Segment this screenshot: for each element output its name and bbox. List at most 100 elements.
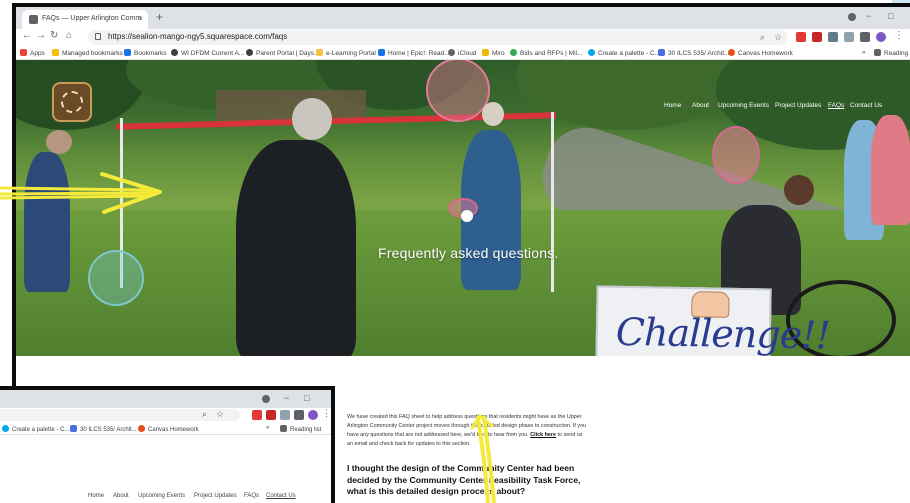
- avatar[interactable]: [876, 32, 886, 42]
- wooden-fence: [216, 90, 366, 120]
- ilga-icon: [658, 49, 665, 56]
- new-tab-button[interactable]: +: [156, 10, 163, 24]
- puzzle-icon[interactable]: [294, 410, 304, 420]
- bookmark-item[interactable]: Home | Epic!: Read...: [378, 49, 450, 57]
- player-wheelchair-head: [784, 175, 814, 205]
- bookmark-item[interactable]: Parent Portal | Days...: [246, 49, 319, 57]
- reload-icon[interactable]: ↻: [50, 30, 58, 41]
- pdf-extension-icon[interactable]: [796, 32, 806, 42]
- extension-grid-icon[interactable]: [280, 410, 290, 420]
- bookmark-item[interactable]: Canvas Homework: [138, 425, 199, 433]
- sign-text: Challenge!!: [615, 309, 831, 356]
- bookmark-item[interactable]: Apps: [20, 49, 45, 57]
- spectator: [871, 115, 910, 225]
- folder-icon: [52, 49, 59, 56]
- extension-icon[interactable]: [828, 32, 838, 42]
- pdf-extension-icon[interactable]: [252, 410, 262, 420]
- nav-faqs[interactable]: FAQs: [828, 102, 844, 109]
- extension-badge-icon[interactable]: [266, 410, 276, 420]
- bookmark-item[interactable]: e-Learning Portal: [316, 49, 376, 57]
- elearning-icon: [316, 49, 323, 56]
- puzzle-icon[interactable]: [860, 32, 870, 42]
- yellow-arrow-annotation: [0, 172, 162, 214]
- bookmark-star-icon[interactable]: ☆: [216, 409, 224, 420]
- bookmark-item[interactable]: 30 ILCS 535/ Archit...: [658, 49, 729, 57]
- globe-icon: [171, 49, 178, 56]
- email-link[interactable]: Click here: [530, 432, 556, 438]
- badminton-racket: [88, 250, 144, 306]
- site-logo[interactable]: [52, 82, 92, 122]
- nav-about[interactable]: About: [692, 102, 709, 109]
- bookmark-item[interactable]: Bids and RFPs | Mil...: [510, 49, 582, 57]
- nav-upcoming-events[interactable]: Upcoming Events: [718, 102, 769, 109]
- browser-toolbar: ⌕ ☆ ⋮: [0, 408, 331, 422]
- tab-title: FAQs — Upper Arlington Comm: [42, 15, 142, 22]
- hero-title: Frequently asked questions.: [378, 245, 559, 261]
- zoom-icon[interactable]: ⌕: [760, 32, 765, 43]
- minimize-button[interactable]: −: [284, 393, 289, 403]
- shuttlecock: [461, 210, 473, 222]
- reading-list-button[interactable]: Reading list: [280, 425, 321, 433]
- faq-intro-paragraph: We have created this FAQ sheet to help a…: [347, 413, 587, 449]
- close-tab-icon[interactable]: ×: [138, 14, 143, 23]
- player-back-head: [482, 102, 504, 126]
- address-bar[interactable]: ⌕ ☆: [0, 409, 240, 421]
- miro-icon: [482, 49, 489, 56]
- menu-kebab-icon[interactable]: ⋮: [322, 408, 331, 419]
- nav-project-updates[interactable]: Project Updates: [194, 493, 237, 499]
- badminton-racket: [426, 60, 490, 122]
- browser-toolbar: ← → ↻ ⌂ https://sealion-mango-ngy5.squar…: [16, 29, 910, 46]
- bookmark-item[interactable]: iCloud: [448, 49, 476, 57]
- maximize-button[interactable]: □: [304, 393, 309, 403]
- home-icon[interactable]: ⌂: [66, 30, 72, 41]
- lock-icon: [95, 33, 101, 40]
- nav-faqs[interactable]: FAQs: [244, 493, 259, 499]
- profile-icon[interactable]: [262, 395, 270, 403]
- bookmarks-bar: Apps Managed bookmarks Bookmarks WI DFDM…: [16, 46, 910, 60]
- bookmark-item[interactable]: Bookmarks: [124, 49, 167, 57]
- apple-icon: [448, 49, 455, 56]
- canvas-icon: [728, 49, 735, 56]
- bookmark-item[interactable]: Miro: [482, 49, 505, 57]
- nav-home[interactable]: Home: [664, 102, 681, 109]
- extension-badge-icon[interactable]: [812, 32, 822, 42]
- more-bookmarks-button[interactable]: »: [862, 49, 866, 56]
- bookmark-item[interactable]: 30 ILCS 535/ Archit...: [70, 425, 137, 433]
- minimize-button[interactable]: −: [866, 11, 871, 21]
- star-icon: [124, 49, 131, 56]
- nav-contact-us[interactable]: Contact Us: [850, 102, 882, 109]
- more-bookmarks-button[interactable]: »: [266, 425, 269, 431]
- bookmark-item[interactable]: Create a palette - C...: [2, 425, 69, 433]
- nav-about[interactable]: About: [113, 493, 129, 499]
- bookmark-star-icon[interactable]: ☆: [774, 32, 782, 43]
- nav-upcoming-events[interactable]: Upcoming Events: [138, 493, 185, 499]
- nav-project-updates[interactable]: Project Updates: [775, 102, 821, 109]
- menu-kebab-icon[interactable]: ⋮: [894, 30, 904, 41]
- globe-icon: [246, 49, 253, 56]
- bookmark-item[interactable]: Create a palette - C...: [588, 49, 660, 57]
- challenge-sign: Challenge!!: [595, 285, 830, 356]
- address-url: https://sealion-mango-ngy5.squarespace.c…: [108, 32, 288, 41]
- yellow-arrow-annotation: [470, 414, 496, 503]
- badminton-racket: [712, 126, 760, 184]
- bookmark-item[interactable]: Managed bookmarks: [52, 49, 123, 57]
- profile-icon[interactable]: [848, 13, 856, 21]
- screenshot-stage: FAQs — Upper Arlington Comm × + − □ ← → …: [0, 0, 910, 503]
- avatar[interactable]: [308, 410, 318, 420]
- active-tab[interactable]: FAQs — Upper Arlington Comm ×: [22, 10, 148, 29]
- nav-contact-us[interactable]: Contact Us: [266, 493, 296, 499]
- bookmark-item[interactable]: Canvas Homework: [728, 49, 793, 57]
- player-left-hat: [46, 130, 72, 154]
- address-bar[interactable]: https://sealion-mango-ngy5.squarespace.c…: [88, 30, 788, 45]
- coolors-icon: [2, 425, 9, 432]
- forward-arrow-icon[interactable]: →: [36, 30, 46, 41]
- tab-bar: − □: [0, 390, 331, 408]
- extension-grid-icon[interactable]: [844, 32, 854, 42]
- bookmark-item[interactable]: WI DFDM Current A...: [171, 49, 244, 57]
- zoom-icon[interactable]: ⌕: [202, 409, 207, 420]
- maximize-button[interactable]: □: [888, 11, 893, 21]
- player-center: [236, 140, 356, 356]
- nav-home[interactable]: Home: [88, 493, 104, 499]
- back-arrow-icon[interactable]: ←: [22, 30, 32, 41]
- reading-list-button[interactable]: Reading: [874, 49, 908, 57]
